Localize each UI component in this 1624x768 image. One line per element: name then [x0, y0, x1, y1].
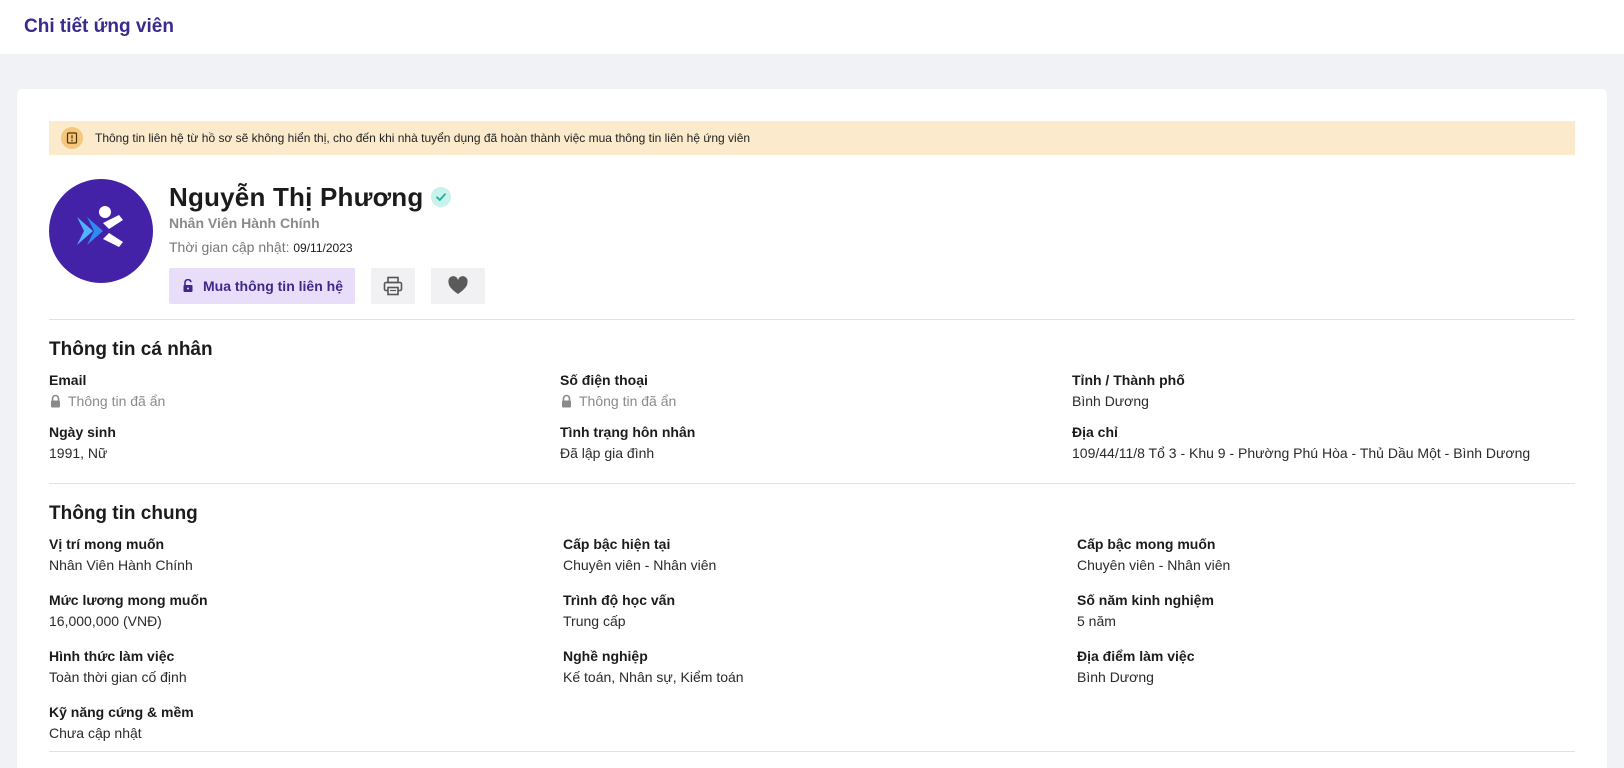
field-label: Hình thức làm việc — [49, 648, 175, 664]
field-label: Email — [49, 372, 87, 388]
field-value: Toàn thời gian cố định — [49, 669, 187, 685]
buy-contact-button[interactable]: Mua thông tin liên hệ — [169, 268, 355, 304]
general-info-title: Thông tin chung — [49, 503, 198, 524]
page-title: Chi tiết ứng viên — [24, 16, 174, 37]
phone-field: Số điện thoại Thông tin đã ẩn — [560, 372, 676, 409]
field-label: Ngày sinh — [49, 424, 116, 440]
field-label: Cấp bậc mong muốn — [1077, 536, 1216, 552]
candidate-job-title: Nhân Viên Hành Chính — [169, 215, 320, 231]
divider — [49, 751, 1575, 752]
field-label: Địa điểm làm việc — [1077, 648, 1195, 664]
work-type-field: Hình thức làm việc Toàn thời gian cố địn… — [49, 648, 187, 685]
print-button[interactable] — [371, 268, 415, 304]
marital-field: Tình trạng hôn nhân Đã lập gia đình — [560, 424, 695, 461]
desired-level-field: Cấp bậc mong muốn Chuyên viên - Nhân viê… — [1077, 536, 1230, 573]
profile-actions: Mua thông tin liên hệ — [169, 268, 485, 304]
field-label: Mức lương mong muốn — [49, 592, 208, 608]
address-field: Địa chỉ 109/44/11/8 Tổ 3 - Khu 9 - Phườn… — [1072, 424, 1530, 461]
field-value: Kế toán, Nhân sự, Kiểm toán — [563, 669, 744, 685]
candidate-name-row: Nguyễn Thị Phương — [169, 179, 452, 215]
field-label: Tình trạng hôn nhân — [560, 424, 696, 440]
city-value: Bình Dương — [1072, 393, 1149, 409]
field-value: Nhân Viên Hành Chính — [49, 557, 193, 573]
contact-hidden-notice: Thông tin liên hệ từ hồ sơ sẽ không hiển… — [49, 121, 1575, 155]
printer-icon — [383, 276, 403, 296]
candidate-profile-header: Nguyễn Thị Phương Nhân Viên Hành Chính T… — [49, 179, 1575, 309]
work-location-field: Địa điểm làm việc Bình Dương — [1077, 648, 1195, 685]
notice-text: Thông tin liên hệ từ hồ sơ sẽ không hiển… — [95, 131, 751, 145]
education-field: Trình độ học vấn Trung cấp — [563, 592, 675, 629]
favorite-button[interactable] — [431, 268, 485, 304]
email-value: Thông tin đã ẩn — [68, 393, 166, 409]
lock-icon — [562, 394, 571, 408]
unlock-icon — [183, 279, 193, 292]
notice-icon — [61, 127, 83, 149]
phone-value: Thông tin đã ẩn — [579, 393, 677, 409]
address-value: 109/44/11/8 Tổ 3 - Khu 9 - Phường Phú Hò… — [1072, 445, 1531, 461]
field-value: Chuyên viên - Nhân viên — [1077, 557, 1231, 573]
field-label: Vị trí mong muốn — [49, 536, 165, 552]
field-value: Trung cấp — [563, 613, 626, 629]
lock-icon — [51, 394, 60, 408]
candidate-name: Nguyễn Thị Phương — [169, 181, 424, 212]
field-value: Chưa cập nhật — [49, 725, 142, 741]
field-value: Chuyên viên - Nhân viên — [563, 557, 717, 573]
skills-field: Kỹ năng cứng & mềm Chưa cập nhật — [49, 704, 194, 741]
field-label: Kỹ năng cứng & mềm — [49, 704, 194, 720]
email-field: Email Thông tin đã ẩn — [49, 372, 165, 409]
field-label: Cấp bậc hiện tại — [563, 536, 671, 552]
desired-salary-field: Mức lương mong muốn 16,000,000 (VNĐ) — [49, 592, 208, 629]
divider — [49, 319, 1575, 320]
field-label: Số điện thoại — [560, 372, 648, 388]
field-value: Bình Dương — [1077, 669, 1154, 685]
updated-label: Thời gian cập nhật: — [169, 239, 290, 255]
occupation-field: Nghề nghiệp Kế toán, Nhân sự, Kiểm toán — [563, 648, 744, 685]
field-label: Địa chỉ — [1072, 424, 1118, 440]
current-level-field: Cấp bậc hiện tại Chuyên viên - Nhân viên — [563, 536, 716, 573]
brand-logo-icon — [77, 206, 123, 247]
candidate-avatar — [49, 179, 153, 283]
field-label: Tỉnh / Thành phố — [1072, 372, 1185, 388]
field-label: Số năm kinh nghiệm — [1077, 592, 1214, 608]
buy-contact-label: Mua thông tin liên hệ — [203, 278, 343, 294]
updated-date: 09/11/2023 — [293, 241, 353, 255]
field-value: 16,000,000 (VNĐ) — [49, 613, 162, 629]
candidate-detail-card: Thông tin liên hệ từ hồ sơ sẽ không hiển… — [17, 89, 1607, 768]
field-label: Trình độ học vấn — [563, 592, 676, 608]
verified-check-icon — [431, 187, 452, 207]
city-field: Tỉnh / Thành phố Bình Dương — [1072, 372, 1185, 409]
dob-value: 1991, Nữ — [49, 445, 108, 461]
field-label: Nghề nghiệp — [563, 648, 648, 664]
field-value: 5 năm — [1077, 613, 1116, 629]
dob-field: Ngày sinh 1991, Nữ — [49, 424, 116, 461]
desired-position-field: Vị trí mong muốn Nhân Viên Hành Chính — [49, 536, 193, 573]
marital-value: Đã lập gia đình — [560, 445, 655, 461]
updated-time: Thời gian cập nhật: 09/11/2023 — [169, 239, 353, 255]
divider — [49, 483, 1575, 484]
top-bar: Chi tiết ứng viên — [0, 0, 1624, 54]
experience-field: Số năm kinh nghiệm 5 năm — [1077, 592, 1214, 629]
personal-info-title: Thông tin cá nhân — [49, 339, 213, 360]
heart-icon — [448, 276, 468, 294]
